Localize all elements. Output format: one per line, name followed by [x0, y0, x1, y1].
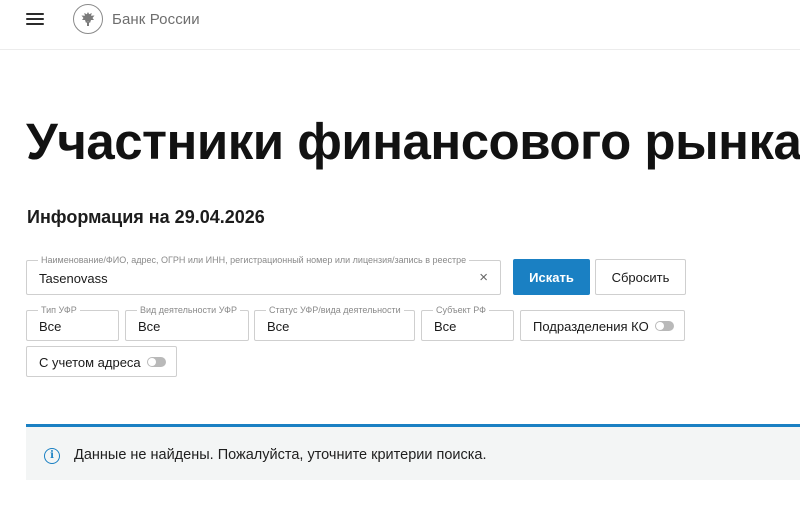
page-title: Участники финансового рынка [26, 113, 800, 170]
filter-value: Все [434, 319, 457, 334]
address-toggle-box[interactable]: С учетом адреса [26, 346, 177, 377]
branches-toggle-switch[interactable] [655, 321, 674, 331]
no-results-notice: i Данные не найдены. Пожалуйста, уточнит… [26, 424, 800, 480]
info-date-heading: Информация на 29.04.2026 [27, 207, 265, 227]
reset-button[interactable]: Сбросить [595, 259, 686, 295]
notice-text: Данные не найдены. Пожалуйста, уточните … [74, 447, 487, 463]
clear-search-icon[interactable]: × [479, 270, 488, 285]
filter-value: Все [138, 319, 161, 334]
address-toggle-switch[interactable] [147, 357, 166, 367]
eagle-emblem-icon [73, 4, 103, 34]
search-input[interactable]: Наименование/ФИО, адрес, ОГРН или ИНН, р… [26, 254, 501, 295]
toggle-label: Подразделения КО [533, 319, 649, 334]
filter-status-select[interactable]: Статус УФР/вида деятельности Все [254, 304, 415, 341]
filter-value: Все [267, 319, 290, 334]
logo-text: Банк России [112, 10, 200, 28]
filter-label: Статус УФР/вида деятельности [266, 304, 404, 316]
toggle-label: С учетом адреса [39, 355, 141, 370]
filter-activity-type-select[interactable]: Вид деятельности УФР Все [125, 304, 249, 341]
bank-logo[interactable]: Банк России [73, 4, 200, 34]
search-input-label: Наименование/ФИО, адрес, ОГРН или ИНН, р… [38, 254, 470, 266]
filter-label: Вид деятельности УФР [137, 304, 240, 316]
filter-ufr-type-select[interactable]: Тип УФР Все [26, 304, 119, 341]
search-input-value[interactable]: Tasenovass [39, 271, 108, 286]
site-header: Банк России [0, 0, 800, 50]
branches-toggle-box[interactable]: Подразделения КО [520, 310, 685, 341]
filter-value: Все [39, 319, 62, 334]
hamburger-menu-icon[interactable] [26, 11, 46, 27]
search-button[interactable]: Искать [513, 259, 590, 295]
filter-region-select[interactable]: Субъект РФ Все [421, 304, 514, 341]
info-icon: i [44, 448, 60, 464]
filter-label: Субъект РФ [433, 304, 489, 316]
filter-label: Тип УФР [38, 304, 80, 316]
